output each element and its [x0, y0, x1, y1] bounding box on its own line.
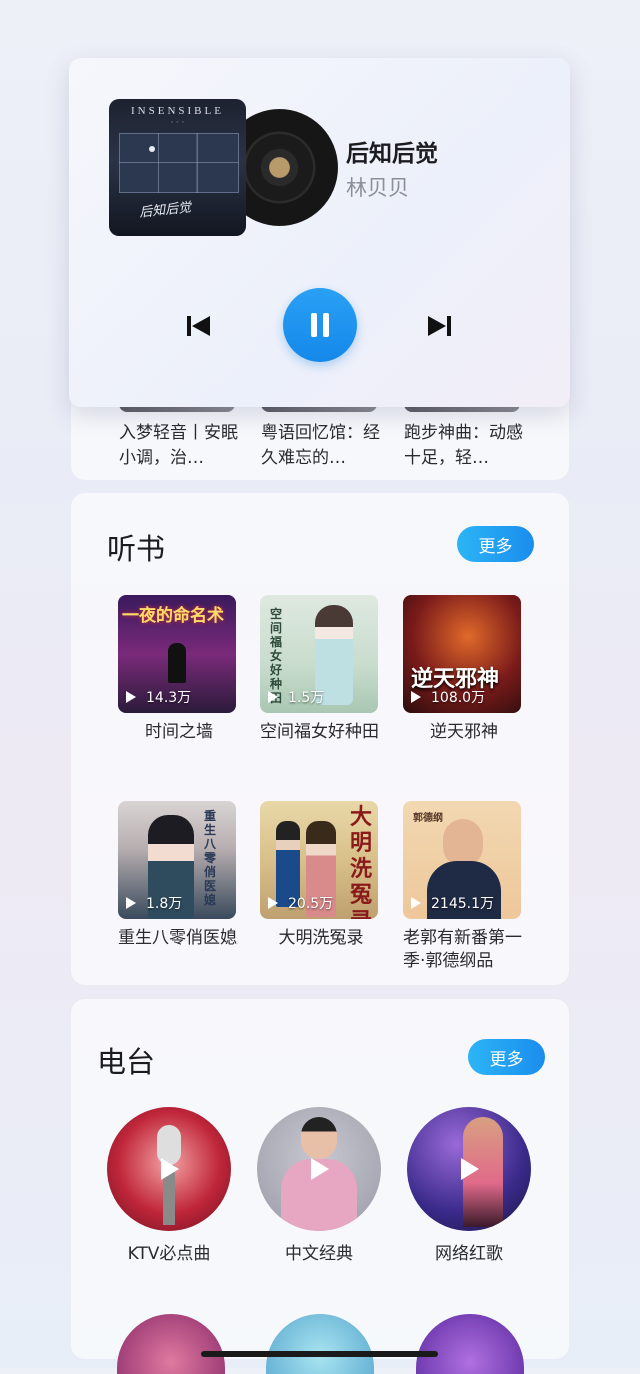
playlist-title[interactable]: 跑步神曲：动感十足，轻…: [404, 421, 524, 471]
book-title: 空间福女好种田: [260, 722, 379, 742]
pause-button[interactable]: [283, 288, 357, 362]
audiobooks-section: 听书 更多 一夜的命名术 14.3万 时间之墙 空间福女好种田 1.5万 空间福…: [71, 493, 569, 985]
book-item[interactable]: 逆天邪神 108.0万 逆天邪神: [403, 595, 531, 744]
station-name: 网络红歌: [435, 1244, 503, 1264]
song-title[interactable]: 后知后觉: [346, 134, 438, 168]
book-title: 时间之墙: [145, 722, 213, 742]
book-item[interactable]: 一夜的命名术 14.3万 时间之墙: [118, 595, 246, 744]
play-icon: [268, 691, 278, 703]
book-cover[interactable]: 逆天邪神 108.0万: [403, 595, 521, 713]
play-icon: [126, 897, 136, 909]
next-button[interactable]: [423, 310, 455, 342]
book-cover[interactable]: 重生八零俏医媳 1.8万: [118, 801, 236, 919]
play-icon: [126, 691, 136, 703]
pause-icon: [308, 313, 332, 337]
song-artist[interactable]: 林贝贝: [346, 172, 409, 202]
more-button[interactable]: 更多: [457, 526, 534, 562]
station-name: 中文经典: [285, 1244, 353, 1264]
play-icon: [311, 1158, 329, 1180]
skip-next-icon: [428, 316, 451, 336]
book-cover[interactable]: 大明洗冤录 20.5万: [260, 801, 378, 919]
book-cover[interactable]: 郭德纲 2145.1万: [403, 801, 521, 919]
book-cover[interactable]: 一夜的命名术 14.3万: [118, 595, 236, 713]
book-item[interactable]: 重生八零俏医媳 1.8万 重生八零俏医媳: [118, 801, 246, 950]
previous-button[interactable]: [183, 310, 215, 342]
station-cover[interactable]: [407, 1107, 531, 1231]
play-icon: [161, 1158, 179, 1180]
book-title: 老郭有新番第一季·郭德纲品: [403, 928, 522, 971]
moon-art: [149, 146, 155, 152]
play-icon: [268, 897, 278, 909]
album-brand: INSENSIBLE: [131, 105, 224, 117]
play-icon: [411, 691, 421, 703]
album-script: 后知后觉: [138, 200, 192, 221]
playlist-title[interactable]: 入梦轻音丨安眠小调，治…: [119, 421, 239, 471]
radio-station[interactable]: 中文经典: [257, 1107, 381, 1264]
album-window-art: [119, 133, 239, 193]
album-art[interactable]: INSENSIBLE ◦ ◦ ◦ 后知后觉: [109, 99, 246, 236]
now-playing-card: INSENSIBLE ◦ ◦ ◦ 后知后觉 后知后觉 林贝贝: [69, 58, 570, 407]
play-icon: [411, 897, 421, 909]
book-item[interactable]: 空间福女好种田 1.5万 空间福女好种田: [260, 595, 388, 744]
station-cover[interactable]: [107, 1107, 231, 1231]
book-item[interactable]: 大明洗冤录 20.5万 大明洗冤录: [260, 801, 388, 950]
section-title: 电台: [97, 1045, 156, 1079]
book-title: 大明洗冤录: [278, 928, 364, 948]
skip-previous-icon: [187, 316, 210, 336]
home-indicator[interactable]: [201, 1351, 438, 1357]
radio-station[interactable]: KTV必点曲: [107, 1107, 231, 1264]
section-title: 听书: [107, 532, 166, 566]
more-button[interactable]: 更多: [468, 1039, 545, 1075]
book-title: 重生八零俏医媳: [118, 928, 237, 948]
station-cover[interactable]: [257, 1107, 381, 1231]
book-item[interactable]: 郭德纲 2145.1万 老郭有新番第一季·郭德纲品: [403, 801, 531, 973]
station-name: KTV必点曲: [127, 1244, 211, 1264]
play-icon: [461, 1158, 479, 1180]
playlist-title[interactable]: 粤语回忆馆：经久难忘的…: [261, 421, 381, 471]
book-title: 逆天邪神: [430, 722, 498, 742]
book-cover[interactable]: 空间福女好种田 1.5万: [260, 595, 378, 713]
radio-station[interactable]: 网络红歌: [407, 1107, 531, 1264]
radio-section: 电台 更多 KTV必点曲 中文经典 网络红歌: [71, 999, 569, 1359]
